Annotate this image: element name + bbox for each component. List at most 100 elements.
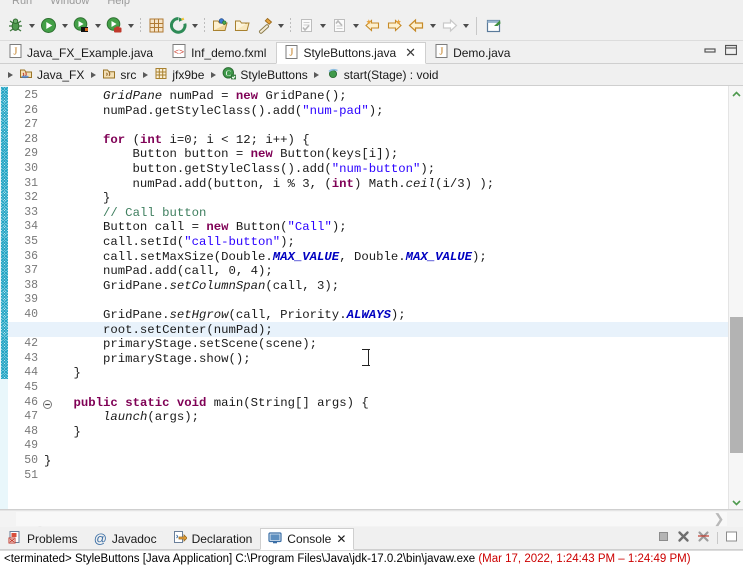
maximize-view-icon[interactable] [725, 44, 737, 59]
coverage-dropdown-caret[interactable] [125, 15, 136, 37]
breadcrumb-item-package[interactable]: jfx9be [151, 66, 207, 83]
forward-arrow-icon[interactable] [383, 15, 405, 37]
source-editor[interactable]: 2526272829303132333435363738394041424344… [0, 86, 728, 509]
run-external-tools-icon[interactable] [70, 15, 92, 37]
open-type-icon[interactable] [209, 15, 231, 37]
breadcrumb-label: src [120, 68, 136, 82]
editor-tab-label: Demo.java [453, 46, 510, 60]
toolbar-separator-2 [200, 15, 209, 37]
javadoc-icon: @ [94, 533, 107, 545]
svg-text:C: C [226, 69, 231, 78]
editor-horizontal-scrollbar[interactable]: ❮ ❯ [0, 510, 743, 527]
view-tab-javadoc[interactable]: @ Javadoc [86, 527, 165, 549]
console-output[interactable]: <terminated> StyleButtons [Java Applicat… [0, 550, 743, 567]
line-number: 38 [24, 279, 38, 294]
editor-tab-java-fx-example[interactable]: J Java_FX_Example.java [0, 41, 163, 63]
run-external-tools-dropdown-caret[interactable] [92, 15, 103, 37]
debug-icon[interactable] [4, 15, 26, 37]
view-tab-console[interactable]: Console ✕ [260, 528, 354, 550]
close-icon[interactable]: ✕ [336, 532, 346, 546]
view-tab-problems[interactable]: Problems [0, 527, 86, 549]
editor-tab-demo[interactable]: J Demo.java [426, 41, 520, 63]
close-icon[interactable]: ✕ [405, 48, 416, 58]
coverage-icon[interactable] [103, 15, 125, 37]
view-tab-label: Console [287, 532, 331, 546]
breadcrumb-item-src[interactable]: src [99, 66, 139, 83]
code-line: numPad.add(button, i % 3, (int) Math.cei… [44, 177, 494, 192]
remove-all-terminated-icon[interactable] [677, 530, 690, 546]
line-number: 29 [24, 147, 38, 162]
h-scroll-thumb[interactable] [16, 512, 727, 526]
code-line: Button call = new Button("Call"); [44, 220, 347, 235]
clear-console-icon[interactable] [697, 530, 710, 546]
line-number: 47 [24, 410, 38, 425]
menu-item-run[interactable]: Run [3, 0, 41, 7]
code-line: for (int i=0; i < 12; i++) { [44, 133, 310, 148]
breadcrumb-label: start(Stage) : void [344, 68, 439, 82]
previous-annotation-icon[interactable] [328, 15, 350, 37]
line-number: 30 [24, 162, 38, 177]
line-number: 48 [24, 425, 38, 440]
line-number: 32 [24, 191, 38, 206]
back-arrow-icon[interactable] [361, 15, 383, 37]
scroll-up-icon[interactable] [729, 86, 743, 102]
line-number: 46 [24, 396, 38, 411]
next-annotation-icon[interactable] [295, 15, 317, 37]
editor-vertical-scrollbar[interactable] [728, 86, 743, 509]
menu-bar: Run Window Help [0, 0, 743, 11]
menu-item-window[interactable]: Window [41, 0, 98, 7]
menu-item-help[interactable]: Help [98, 0, 139, 7]
toolbar-separator-4 [471, 15, 482, 37]
forward-history-icon[interactable] [438, 15, 460, 37]
line-number: 37 [24, 264, 38, 279]
console-toolbar-separator [717, 532, 718, 544]
code-line: primaryStage.setScene(scene); [44, 337, 317, 352]
scroll-down-icon[interactable] [729, 494, 743, 510]
next-annotation-dropdown-caret[interactable] [317, 15, 328, 37]
run-dropdown-caret[interactable] [59, 15, 70, 37]
view-tab-declaration[interactable]: Declaration [165, 527, 261, 549]
terminate-icon[interactable] [657, 530, 670, 546]
source-folder-icon [102, 66, 116, 83]
quick-fix-dropdown-caret[interactable] [275, 15, 286, 37]
package-icon [154, 66, 168, 83]
toggle-mark-occurrences-icon[interactable] [482, 15, 504, 37]
console-timestamp: (Mar 17, 2022, 1:24:43 PM – 1:24:49 PM) [478, 553, 690, 565]
quick-fix-icon[interactable] [253, 15, 275, 37]
line-number: 33 [24, 206, 38, 221]
forward-history-dropdown-caret[interactable] [460, 15, 471, 37]
line-number: 28 [24, 133, 38, 148]
view-tab-label: Problems [27, 532, 78, 546]
line-number: 42 [24, 337, 38, 352]
changed-lines-marker [1, 87, 8, 379]
new-wizard-dropdown-caret[interactable] [189, 15, 200, 37]
code-line: } [44, 454, 51, 469]
svg-text:J: J [290, 47, 294, 58]
open-task-icon[interactable] [231, 15, 253, 37]
java-file-icon: J [285, 45, 298, 62]
new-wizard-icon[interactable] [167, 15, 189, 37]
back-history-dropdown-caret[interactable] [427, 15, 438, 37]
breadcrumb-item-project[interactable]: Java_FX [16, 66, 87, 83]
minimize-view-icon[interactable] [704, 44, 716, 59]
code-line: call.setId("call-button"); [44, 235, 295, 250]
scroll-thumb[interactable] [730, 317, 743, 453]
line-number: 27 [24, 118, 38, 133]
breadcrumb-item-class[interactable]: C StyleButtons [219, 66, 310, 83]
editor-tab-inf-demo-fxml[interactable]: <> Inf_demo.fxml [163, 41, 276, 63]
run-icon[interactable] [37, 15, 59, 37]
scroll-right-icon[interactable]: ❯ [711, 511, 727, 527]
code-content[interactable]: GridPane numPad = new GridPane(); numPad… [44, 86, 728, 509]
editor-tab-style-buttons[interactable]: J StyleButtons.java ✕ [276, 42, 426, 64]
fxml-file-icon: <> [172, 44, 186, 61]
editor-tab-label: StyleButtons.java [303, 46, 396, 60]
debug-dropdown-caret[interactable] [26, 15, 37, 37]
breadcrumb-item-method[interactable]: start(Stage) : void [323, 66, 442, 83]
open-console-icon[interactable] [725, 530, 738, 546]
editor-tab-label: Java_FX_Example.java [27, 46, 153, 60]
back-history-icon[interactable] [405, 15, 427, 37]
line-number: 34 [24, 220, 38, 235]
console-tab-bar: Problems @ Javadoc Declaration [0, 527, 743, 550]
new-java-project-icon[interactable] [145, 15, 167, 37]
previous-annotation-dropdown-caret[interactable] [350, 15, 361, 37]
